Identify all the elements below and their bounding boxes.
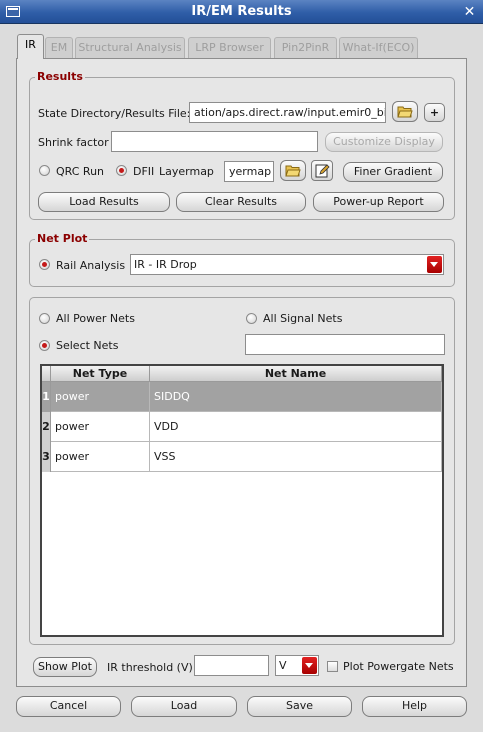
table-corner [42, 366, 51, 382]
chevron-down-icon[interactable] [302, 657, 317, 674]
results-group-title: Results [35, 70, 85, 83]
unit-select[interactable]: V [275, 655, 319, 676]
row-number: 1 [42, 382, 51, 412]
layermap-field[interactable]: yermap [224, 161, 274, 182]
row-number: 2 [42, 412, 51, 442]
plot-powergate-label: Plot Powergate Nets [343, 660, 454, 673]
all-power-nets-radio[interactable] [39, 313, 50, 324]
title-bar[interactable]: IR/EM Results ✕ [0, 0, 483, 24]
clear-results-button[interactable]: Clear Results [176, 192, 306, 212]
dfii-label: DFII [133, 165, 155, 178]
layermap-edit-button[interactable] [311, 160, 333, 181]
rail-analysis-select[interactable]: IR - IR Drop [130, 254, 444, 275]
folder-open-icon [397, 106, 413, 118]
qrc-run-radio[interactable] [39, 165, 50, 176]
net-type-cell: power [51, 412, 150, 442]
ir-threshold-field[interactable] [194, 655, 269, 676]
rail-analysis-label: Rail Analysis [56, 259, 126, 272]
customize-display-button[interactable]: Customize Display [325, 132, 443, 152]
rail-analysis-value: IR - IR Drop [134, 258, 197, 271]
tab-pin2pinr[interactable]: Pin2PinR [274, 37, 337, 58]
tab-what-if-eco[interactable]: What-If(ECO) [339, 37, 418, 58]
unit-value: V [279, 659, 287, 672]
table-row[interactable]: 2 power VDD [42, 412, 442, 442]
tab-lrp-browser[interactable]: LRP Browser [188, 37, 271, 58]
net-name-cell: SIDDQ [150, 382, 442, 412]
rail-analysis-radio[interactable] [39, 259, 50, 270]
all-signal-nets-label: All Signal Nets [263, 312, 343, 325]
layermap-label: Layermap [159, 165, 214, 178]
tab-em[interactable]: EM [45, 37, 73, 58]
shrink-factor-label: Shrink factor [38, 136, 109, 149]
power-up-report-button[interactable]: Power-up Report [313, 192, 444, 212]
add-button[interactable]: + [424, 103, 445, 122]
ir-threshold-label: IR threshold (V) [107, 661, 193, 674]
row-number: 3 [42, 442, 51, 472]
save-button[interactable]: Save [247, 696, 352, 717]
all-signal-nets-radio[interactable] [246, 313, 257, 324]
select-nets-label: Select Nets [56, 339, 119, 352]
layermap-browse-button[interactable] [280, 160, 306, 181]
plot-powergate-checkbox[interactable] [327, 661, 338, 672]
window-title: IR/EM Results [191, 4, 292, 19]
close-icon[interactable]: ✕ [461, 4, 478, 20]
all-power-nets-label: All Power Nets [56, 312, 135, 325]
select-nets-radio[interactable] [39, 340, 50, 351]
dfii-radio[interactable] [116, 165, 127, 176]
table-row[interactable]: 3 power VSS [42, 442, 442, 472]
finer-gradient-button[interactable]: Finer Gradient [343, 162, 443, 182]
net-name-cell: VSS [150, 442, 442, 472]
net-plot-group-title: Net Plot [35, 232, 90, 245]
qrc-run-label: QRC Run [56, 165, 105, 178]
help-button[interactable]: Help [362, 696, 467, 717]
nets-table[interactable]: Net Type Net Name 1 power SIDDQ 2 power … [40, 364, 444, 637]
state-directory-field[interactable]: ation/aps.direct.raw/input.emir0_bin [189, 102, 386, 123]
net-type-cell: power [51, 382, 150, 412]
tab-ir[interactable]: IR [17, 34, 44, 59]
browse-folder-button[interactable] [392, 101, 418, 122]
net-type-cell: power [51, 442, 150, 472]
select-nets-field[interactable] [245, 334, 445, 355]
edit-icon [315, 164, 330, 178]
cancel-button[interactable]: Cancel [16, 696, 121, 717]
column-header-net-type[interactable]: Net Type [51, 366, 150, 382]
net-name-cell: VDD [150, 412, 442, 442]
table-row[interactable]: 1 power SIDDQ [42, 382, 442, 412]
tab-structural-analysis[interactable]: Structural Analysis [75, 37, 185, 58]
state-directory-label: State Directory/Results File: [38, 107, 191, 120]
load-button[interactable]: Load [131, 696, 237, 717]
folder-open-icon [285, 165, 301, 177]
load-results-button[interactable]: Load Results [38, 192, 170, 212]
chevron-down-icon[interactable] [427, 256, 442, 273]
shrink-factor-field[interactable] [111, 131, 318, 152]
show-plot-button[interactable]: Show Plot [33, 657, 97, 677]
column-header-net-name[interactable]: Net Name [150, 366, 442, 382]
